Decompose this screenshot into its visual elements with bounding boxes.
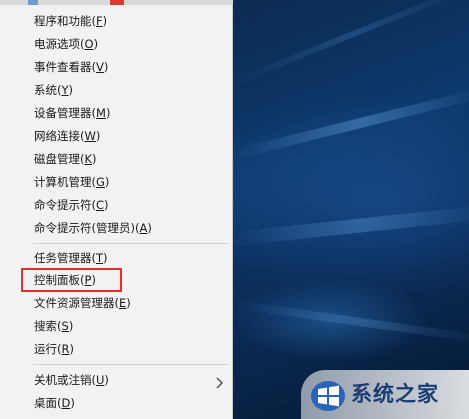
- wallpaper-light-beam: [231, 204, 469, 246]
- menu-item-system[interactable]: 系统(Y): [0, 79, 232, 101]
- menu-item-power-options[interactable]: 电源选项(O): [0, 33, 232, 55]
- control-panel-highlight-box: [21, 268, 122, 292]
- windows-logo-icon: [311, 381, 345, 411]
- menu-item-desktop[interactable]: 桌面(D): [0, 392, 232, 414]
- site-watermark: 系统之家: [301, 370, 469, 419]
- winx-context-menu: 程序和功能(F) 电源选项(O) 事件查看器(V) 系统(Y) 设备管理器(M)…: [0, 5, 233, 419]
- menu-item-task-manager[interactable]: 任务管理器(T): [0, 247, 232, 269]
- wallpaper-light-beam: [230, 87, 469, 160]
- menu-item-search[interactable]: 搜索(S): [0, 315, 232, 337]
- menu-separator: [33, 243, 228, 244]
- menu-separator: [33, 364, 228, 365]
- wallpaper-light-beam: [230, 0, 469, 86]
- watermark-text: 系统之家: [351, 381, 439, 406]
- menu-item-network-connections[interactable]: 网络连接(W): [0, 125, 232, 147]
- menu-item-device-manager[interactable]: 设备管理器(M): [0, 102, 232, 124]
- chevron-right-icon: [216, 377, 223, 389]
- menu-item-file-explorer[interactable]: 文件资源管理器(E): [0, 292, 232, 314]
- menu-item-disk-management[interactable]: 磁盘管理(K): [0, 148, 232, 170]
- menu-item-shutdown-signout[interactable]: 关机或注销(U): [0, 369, 232, 391]
- menu-item-command-prompt[interactable]: 命令提示符(C): [0, 194, 232, 216]
- menu-item-command-prompt-admin[interactable]: 命令提示符(管理员)(A): [0, 217, 232, 239]
- menu-item-programs-features[interactable]: 程序和功能(F): [0, 10, 232, 32]
- menu-item-event-viewer[interactable]: 事件查看器(V): [0, 56, 232, 78]
- menu-item-run[interactable]: 运行(R): [0, 338, 232, 360]
- wallpaper-light-beam: [231, 300, 469, 345]
- menu-item-computer-management[interactable]: 计算机管理(G): [0, 171, 232, 193]
